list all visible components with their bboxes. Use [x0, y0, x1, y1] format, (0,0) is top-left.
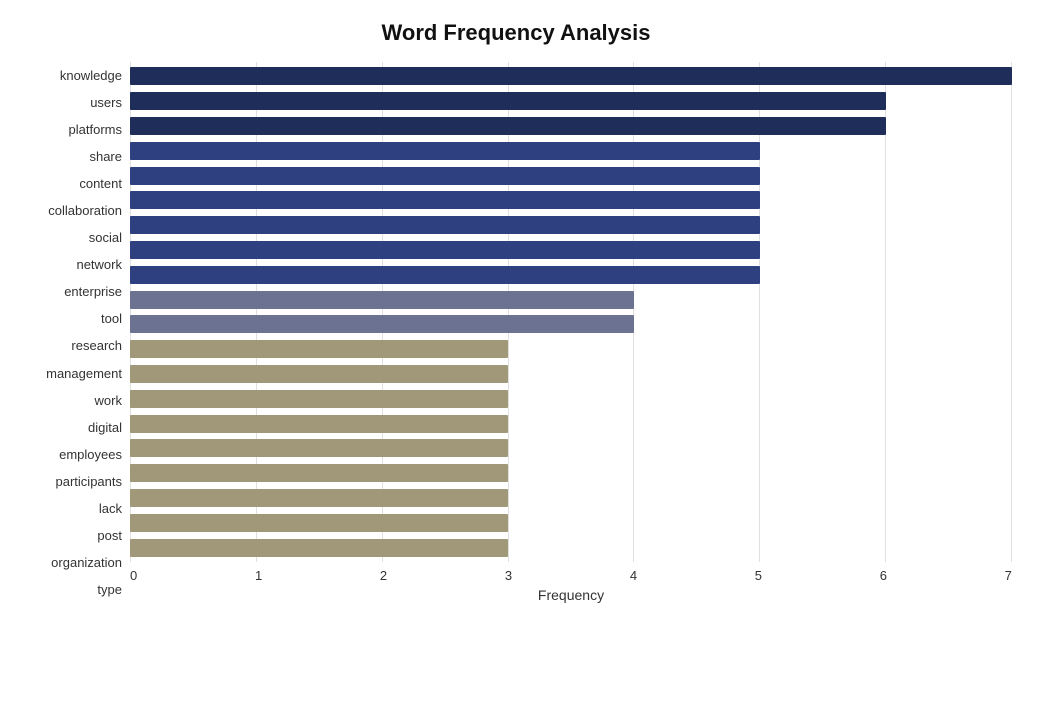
bars-wrapper: [130, 62, 1012, 562]
bar: [130, 142, 760, 160]
y-label: post: [97, 529, 122, 542]
y-label: organization: [51, 556, 122, 569]
y-axis-labels: knowledge users platforms share content colla…: [20, 62, 130, 603]
y-label: tool: [101, 312, 122, 325]
bar: [130, 514, 508, 532]
bar: [130, 216, 760, 234]
bar-row: [130, 461, 1012, 486]
y-label: work: [95, 394, 122, 407]
x-tick: 2: [380, 568, 387, 583]
x-tick: 4: [630, 568, 637, 583]
bar: [130, 266, 760, 284]
bar-row: [130, 312, 1012, 337]
bar-row: [130, 411, 1012, 436]
bar-row: [130, 510, 1012, 535]
bar-row: [130, 262, 1012, 287]
y-label: collaboration: [48, 204, 122, 217]
y-label: share: [89, 150, 122, 163]
bar: [130, 315, 634, 333]
chart-title: Word Frequency Analysis: [20, 20, 1012, 46]
x-tick: 5: [755, 568, 762, 583]
y-label: social: [89, 231, 122, 244]
x-tick: 1: [255, 568, 262, 583]
bar-row: [130, 89, 1012, 114]
y-label: employees: [59, 448, 122, 461]
bar-row: [130, 486, 1012, 511]
x-tick: 6: [880, 568, 887, 583]
y-label: content: [79, 177, 122, 190]
bar: [130, 439, 508, 457]
bar: [130, 241, 760, 259]
bar-row: [130, 386, 1012, 411]
bar: [130, 390, 508, 408]
bar-row: [130, 535, 1012, 560]
chart-container: Word Frequency Analysis knowledge users pl…: [0, 0, 1052, 701]
chart-area: knowledge users platforms share content colla…: [20, 62, 1012, 603]
bar: [130, 191, 760, 209]
bar: [130, 92, 886, 110]
y-label: type: [97, 583, 122, 596]
x-tick: 3: [505, 568, 512, 583]
bar: [130, 340, 508, 358]
y-label: knowledge: [60, 69, 122, 82]
y-label: enterprise: [64, 285, 122, 298]
x-axis-ticks: 0 1 2 3 4 5 6 7: [130, 562, 1012, 583]
bar: [130, 67, 1012, 85]
y-label: research: [71, 339, 122, 352]
y-label: lack: [99, 502, 122, 515]
bar-row: [130, 114, 1012, 139]
bar: [130, 167, 760, 185]
bar: [130, 539, 508, 557]
bar: [130, 365, 508, 383]
bar-row: [130, 163, 1012, 188]
bars-area: [130, 62, 1012, 562]
y-label: digital: [88, 421, 122, 434]
bar: [130, 489, 508, 507]
y-label: users: [90, 96, 122, 109]
y-label: network: [76, 258, 122, 271]
x-axis-label: Frequency: [130, 587, 1012, 603]
bar-row: [130, 213, 1012, 238]
bar-row: [130, 238, 1012, 263]
bar-row: [130, 337, 1012, 362]
bar-row: [130, 287, 1012, 312]
bar: [130, 117, 886, 135]
bar-row: [130, 362, 1012, 387]
y-label: platforms: [69, 123, 122, 136]
bar-row: [130, 138, 1012, 163]
y-label: management: [46, 367, 122, 380]
bar-row: [130, 64, 1012, 89]
bars-and-x-axis: 0 1 2 3 4 5 6 7 Frequency: [130, 62, 1012, 603]
y-label: participants: [56, 475, 122, 488]
bar-row: [130, 188, 1012, 213]
bar: [130, 415, 508, 433]
x-tick: 7: [1005, 568, 1012, 583]
bar-row: [130, 436, 1012, 461]
bar: [130, 464, 508, 482]
bar: [130, 291, 634, 309]
x-tick: 0: [130, 568, 137, 583]
